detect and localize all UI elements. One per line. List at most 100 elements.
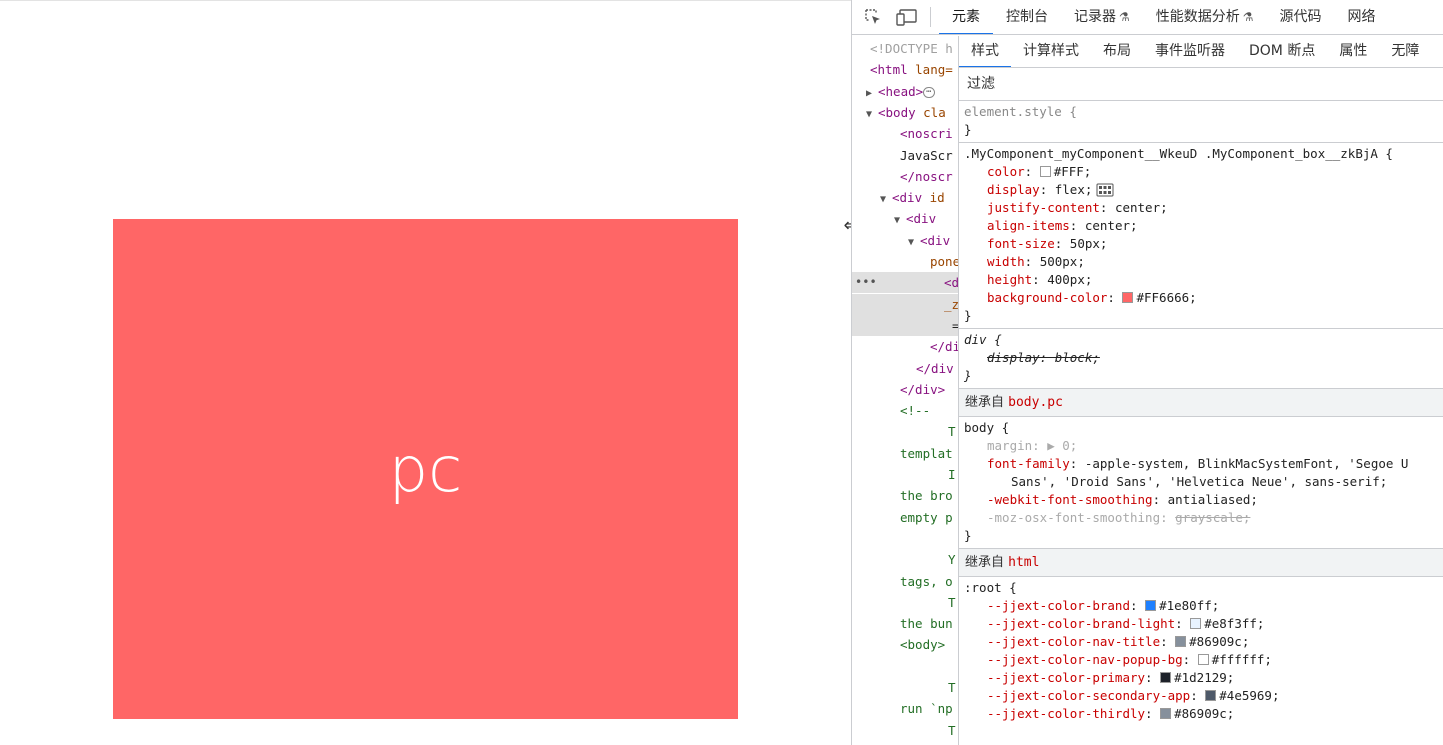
style-filter-input[interactable]: 过滤 [959, 68, 1443, 101]
color-swatch[interactable] [1039, 166, 1051, 177]
tab-3[interactable]: 性能数据分析 ⚗ [1143, 0, 1267, 34]
dom-node-line[interactable]: T [852, 720, 958, 741]
filter-placeholder: 过滤 [967, 76, 995, 92]
dom-node-line[interactable] [852, 528, 958, 549]
prop-colon: : [1175, 616, 1191, 631]
dom-node-line[interactable]: = [852, 314, 958, 336]
css-var-prop: --jjext-color-brand-light: #e8f3ff; [964, 615, 1443, 633]
dom-node-line[interactable]: ▼ <div [852, 230, 958, 251]
font-family-prop-wrap: Sans', 'Droid Sans', 'Helvetica Neue', s… [1011, 474, 1388, 489]
expand-triangle-icon[interactable]: ▶ [866, 83, 878, 104]
dom-node-line[interactable]: the bun [852, 613, 958, 634]
dom-node-line[interactable]: Y [852, 549, 958, 570]
prop-colon: : [1182, 652, 1198, 667]
dom-text: <div [906, 211, 937, 227]
rule-close: } [964, 308, 972, 323]
color-swatch[interactable] [1160, 672, 1172, 683]
align-items-prop: align-items: center; [964, 217, 1443, 235]
color-swatch[interactable] [1197, 654, 1209, 665]
rule-selector: .MyComponent_myComponent__WkeuD .MyCompo… [964, 146, 1393, 161]
dom-text: the bro [900, 488, 953, 504]
rule-selector: element.style { [964, 104, 1077, 119]
prop-colon: : [1160, 634, 1176, 649]
dom-node-line[interactable]: _z [852, 293, 958, 315]
tab-2[interactable]: 记录器 ⚗ [1061, 0, 1143, 34]
dom-node-line[interactable]: ▼ <div [852, 208, 958, 229]
dom-node-line[interactable]: the bro [852, 485, 958, 506]
element-style-rule[interactable]: element.style { } [959, 101, 1443, 143]
tab-5[interactable]: 网络 [1335, 0, 1389, 34]
inherited-from-body-header: 继承自 body.pc [959, 389, 1443, 417]
collapsed-children-icon[interactable]: ⋯ [923, 86, 935, 98]
dom-node-line[interactable]: run `np [852, 698, 958, 719]
height-prop: height: 400px; [964, 271, 1443, 289]
dom-node-line[interactable]: bundle, [852, 741, 958, 745]
font-smoothing-prop: -webkit-font-smoothing: antialiased; [987, 492, 1258, 507]
dom-node-line[interactable]: ▼ <body cla [852, 102, 958, 123]
tab-1[interactable]: 控制台 [993, 0, 1061, 34]
color-swatch[interactable] [1160, 708, 1172, 719]
subtab-6[interactable]: 无障 [1379, 36, 1431, 67]
dom-node-line[interactable]: <body> [852, 634, 958, 655]
dom-tree[interactable]: <!DOCTYPE h <html lang= ▶ <head> ⋯ ▼ <body cla… [852, 36, 958, 745]
experiment-flask-icon: ⚗ [1242, 9, 1254, 24]
dom-node-line[interactable]: ▶ <head> ⋯ [852, 81, 958, 102]
color-swatch[interactable] [1122, 292, 1134, 303]
body-rule[interactable]: body { margin: ▶ 0; font-family: -apple-… [959, 417, 1443, 549]
dom-node-line[interactable]: </di [852, 336, 958, 357]
prop-colon: : [1054, 236, 1070, 251]
expand-triangle-icon[interactable]: ▼ [894, 210, 906, 231]
component-box-rule[interactable]: .MyComponent_myComponent__WkeuD .MyCompo… [959, 143, 1443, 329]
dom-node-line[interactable]: T [852, 421, 958, 442]
inherit-target-html[interactable]: html [1008, 555, 1039, 570]
subtab-4[interactable]: DOM 断点 [1237, 36, 1327, 67]
styles-subtabs: 样式 计算样式 布局 事件监听器 DOM 断点 属性 无障 [959, 36, 1443, 68]
dom-node-line[interactable]: templat [852, 443, 958, 464]
subtab-3[interactable]: 事件监听器 [1143, 36, 1237, 67]
subtab-1[interactable]: 计算样式 [1011, 36, 1091, 67]
prop-name: --jjext-color-primary [987, 670, 1146, 685]
expand-triangle-icon[interactable]: ▼ [866, 104, 878, 125]
expand-triangle-icon[interactable]: ▼ [880, 189, 892, 210]
div-user-agent-rule[interactable]: div { display: block; } [959, 329, 1443, 389]
dom-node-line[interactable]: empty p [852, 507, 958, 528]
root-rule[interactable]: :root { --jjext-color-brand: #1e80ff; --j… [959, 577, 1443, 726]
dom-node-line[interactable]: <!-- [852, 400, 958, 421]
dom-node-line[interactable]: tags, o [852, 571, 958, 592]
color-swatch[interactable] [1190, 618, 1202, 629]
dom-node-line[interactable]: JavaScr [852, 145, 958, 166]
dom-node-line[interactable]: ••• <d [852, 272, 958, 294]
tab-4[interactable]: 源代码 [1267, 0, 1335, 34]
prop-name: --jjext-color-brand-light [987, 616, 1176, 631]
dom-node-line[interactable]: <!DOCTYPE h [852, 38, 958, 59]
display-prop: display: flex; [964, 181, 1443, 199]
dom-node-line[interactable]: <noscri [852, 123, 958, 144]
color-swatch[interactable] [1205, 690, 1217, 701]
subtab-5[interactable]: 属性 [1327, 36, 1379, 67]
tab-0[interactable]: 元素 [939, 0, 993, 34]
device-toolbar-icon[interactable] [894, 4, 920, 30]
overridden-display-prop: display: block; [987, 350, 1100, 365]
color-swatch[interactable] [1175, 636, 1187, 647]
more-options-icon[interactable]: ••• [855, 272, 877, 293]
inherit-target-body[interactable]: body.pc [1008, 395, 1063, 410]
experiment-flask-icon: ⚗ [1119, 9, 1130, 24]
prop-colon: : [1107, 290, 1123, 305]
expand-triangle-icon[interactable]: ▼ [908, 232, 920, 253]
dom-text: <noscri [900, 126, 953, 142]
dom-node-line[interactable]: </noscr [852, 166, 958, 187]
dom-node-line[interactable]: </div [852, 358, 958, 379]
dom-node-line[interactable]: pone [852, 251, 958, 272]
dom-node-line[interactable] [852, 656, 958, 677]
inspect-element-icon[interactable] [860, 4, 886, 30]
dom-node-line[interactable]: <html lang= [852, 59, 958, 80]
dom-node-line[interactable]: ▼ <div id [852, 187, 958, 208]
color-swatch[interactable] [1145, 600, 1157, 611]
dom-node-line[interactable]: T [852, 592, 958, 613]
dom-node-line[interactable]: T [852, 677, 958, 698]
subtab-0[interactable]: 样式 [959, 36, 1011, 67]
prop-value: #ffffff; [1211, 652, 1272, 667]
subtab-2[interactable]: 布局 [1091, 36, 1143, 67]
dom-node-line[interactable]: </div> [852, 379, 958, 400]
dom-node-line[interactable]: I [852, 464, 958, 485]
